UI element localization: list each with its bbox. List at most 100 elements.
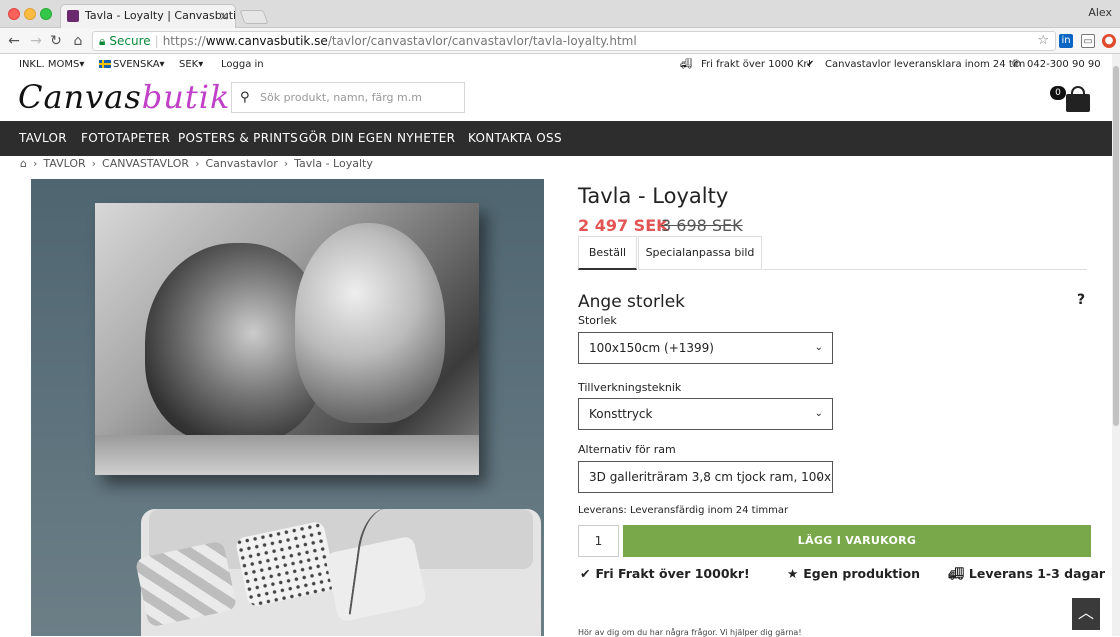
nav-item-tavlor[interactable]: TAVLOR xyxy=(19,121,67,156)
lion-female xyxy=(295,223,445,423)
extension-icon[interactable]: ● xyxy=(1102,34,1116,48)
size-value: 100x150cm (+1399) xyxy=(589,341,714,355)
add-to-cart-button[interactable]: LÄGG I VARUKORG xyxy=(623,525,1091,557)
browser-tab-bar: Tavla - Loyalty | Canvasbutik.se × Alex xyxy=(0,0,1120,28)
product-image[interactable] xyxy=(31,179,544,636)
chevron-right-icon: › xyxy=(91,157,97,170)
chevron-up-icon: ︿ xyxy=(1077,603,1094,622)
nav-item-kontakta[interactable]: KONTAKTA OSS xyxy=(468,121,562,156)
frame-label: Alternativ för ram xyxy=(578,443,676,456)
url-host: www.canvasbutik.se xyxy=(205,34,328,48)
home-icon[interactable]: ⌂ xyxy=(20,157,27,170)
help-icon[interactable]: ? xyxy=(1077,292,1085,308)
usp-delivery: 🚚︎ Leverans 1-3 dagar xyxy=(948,566,1105,582)
usp-free-shipping: ✔ Fri Frakt över 1000kr! xyxy=(580,566,750,581)
delivery-info: Leverans: Leveransfärdig inom 24 timmar xyxy=(578,505,789,516)
chevron-right-icon: › xyxy=(195,157,200,170)
new-tab-button[interactable] xyxy=(239,10,269,24)
usp-own-production-text: Egen produktion xyxy=(803,566,921,581)
chevron-down-icon: ⌄ xyxy=(814,471,823,482)
grass xyxy=(95,435,479,475)
phone-icon: ✆ xyxy=(1012,59,1021,70)
back-arrow-icon[interactable]: ← xyxy=(6,33,22,49)
logo-text-main: Canvas xyxy=(18,78,142,116)
currency-selector[interactable]: SEK▾ xyxy=(179,59,203,70)
breadcrumb-tavlor[interactable]: TAVLOR xyxy=(43,157,85,170)
tab-specialanpassa[interactable]: Specialanpassa bild xyxy=(638,236,762,270)
nav-item-gor-din-egen[interactable]: GÖR DIN EGEN xyxy=(299,121,393,156)
search-placeholder: Sök produkt, namn, färg m.m xyxy=(260,91,422,104)
url-path: /tavlor/canvastavlor/canvastavlor/tavla-… xyxy=(327,34,637,48)
breadcrumb-canvastavlor-sub[interactable]: Canvastavlor xyxy=(205,157,277,170)
linkedin-extension-icon[interactable]: in xyxy=(1059,34,1073,48)
truck-icon: 🚚︎ xyxy=(948,566,964,581)
site-header: Canvasbutik ⚲ Sök produkt, namn, färg m.… xyxy=(0,76,1120,121)
reload-icon[interactable]: ↻ xyxy=(48,33,64,49)
size-select[interactable]: 100x150cm (+1399) ⌄ xyxy=(578,332,833,364)
technique-select[interactable]: Konsttryck ⌄ xyxy=(578,398,833,430)
breadcrumb-canvastavlor[interactable]: CANVASTAVLOR xyxy=(102,157,189,170)
check-circle-icon: ✔ xyxy=(806,59,815,70)
chevron-down-icon: ⌄ xyxy=(814,342,823,353)
cast-icon[interactable]: ▭ xyxy=(1081,34,1095,48)
tab-title: Tavla - Loyalty | Canvasbutik.se xyxy=(85,9,236,22)
top-info-bar: INKL. MOMS▾ SVENSKA▾ SEK▾ Logga in 🚚︎ Fr… xyxy=(0,54,1120,76)
search-input[interactable]: ⚲ Sök produkt, namn, färg m.m xyxy=(231,82,465,113)
cart-count-badge: 0 xyxy=(1050,86,1066,100)
close-window-button[interactable] xyxy=(8,8,20,20)
shopping-bag-body xyxy=(1066,94,1090,112)
language-label: SVENSKA▾ xyxy=(113,59,165,70)
maximize-window-button[interactable] xyxy=(40,8,52,20)
language-selector[interactable]: SVENSKA▾ xyxy=(99,59,165,70)
usp-delivery-text: Leverans 1-3 dagar xyxy=(968,566,1106,581)
logo-text-accent: butik xyxy=(141,78,231,116)
canvas-print-lions xyxy=(95,203,479,475)
frame-value: 3D galleriträram 3,8 cm tjock ram, 100x1… xyxy=(589,470,833,484)
forward-arrow-icon[interactable]: → xyxy=(28,33,44,49)
secure-label: Secure xyxy=(109,34,151,48)
breadcrumb: ⌂ › TAVLOR › CANVASTAVLOR › Canvastavlor › Tavla… xyxy=(20,156,373,172)
check-circle-icon: ✔ xyxy=(580,566,591,581)
home-icon[interactable]: ⌂ xyxy=(70,33,86,49)
free-shipping-text: Fri frakt över 1000 Kr! xyxy=(701,59,812,70)
tabs-divider xyxy=(763,269,1087,270)
breadcrumb-current: Tavla - Loyalty xyxy=(294,157,373,170)
product-price: 2 497 SEK xyxy=(578,216,669,235)
tab-bestall[interactable]: Beställ xyxy=(578,236,637,270)
scroll-to-top-button[interactable]: ︿ xyxy=(1072,598,1100,630)
truck-icon: 🚚︎ xyxy=(680,59,693,70)
size-label: Storlek xyxy=(578,314,617,327)
address-bar[interactable]: 🔒︎ Secure | https://www.canvasbutik.se/tavl… xyxy=(92,31,1056,51)
page-scrollbar-thumb[interactable] xyxy=(1113,66,1119,426)
chevron-right-icon: › xyxy=(283,157,289,170)
quantity-input[interactable]: 1 xyxy=(578,525,619,557)
nav-item-nyheter[interactable]: NYHETER xyxy=(397,121,455,156)
minimize-window-button[interactable] xyxy=(24,8,36,20)
technique-label: Tillverkningsteknik xyxy=(578,381,682,394)
nav-item-fototapeter[interactable]: FOTOTAPETER xyxy=(81,121,170,156)
star-icon: ★ xyxy=(787,566,799,581)
browser-toolbar: ← → ↻ ⌂ 🔒︎ Secure | https://www.canvasbutik… xyxy=(0,28,1120,54)
search-icon[interactable]: ⚲ xyxy=(240,83,250,112)
cart-button[interactable]: 0 xyxy=(1050,84,1090,112)
login-link[interactable]: Logga in xyxy=(221,59,264,70)
vat-selector[interactable]: INKL. MOMS▾ xyxy=(19,59,84,70)
sofa xyxy=(134,509,541,636)
chevron-down-icon: ⌄ xyxy=(814,408,823,419)
chevron-right-icon: › xyxy=(32,157,38,170)
phone-number[interactable]: 042-300 90 90 xyxy=(1027,59,1101,70)
browser-tab[interactable]: Tavla - Loyalty | Canvasbutik.se × xyxy=(60,4,236,28)
section-title: Ange storlek xyxy=(578,292,685,312)
delivery-ready-text: Canvastavlor leveransklara inom 24 tim xyxy=(825,59,1026,70)
site-logo[interactable]: Canvasbutik xyxy=(18,78,230,116)
frame-select[interactable]: 3D galleriträram 3,8 cm tjock ram, 100x1… xyxy=(578,461,833,493)
bookmark-star-icon[interactable]: ☆ xyxy=(1037,32,1049,50)
swedish-flag-icon xyxy=(99,60,111,68)
tab-close-icon[interactable]: × xyxy=(219,5,229,27)
usp-free-shipping-text: Fri Frakt över 1000kr! xyxy=(595,566,750,581)
profile-name[interactable]: Alex xyxy=(1088,6,1112,19)
main-navigation: TAVLOR FOTOTAPETER POSTERS & PRINTS GÖR … xyxy=(0,121,1112,156)
technique-value: Konsttryck xyxy=(589,407,653,421)
product-old-price: 3 698 SEK xyxy=(661,216,743,235)
nav-item-posters[interactable]: POSTERS & PRINTS xyxy=(178,121,298,156)
